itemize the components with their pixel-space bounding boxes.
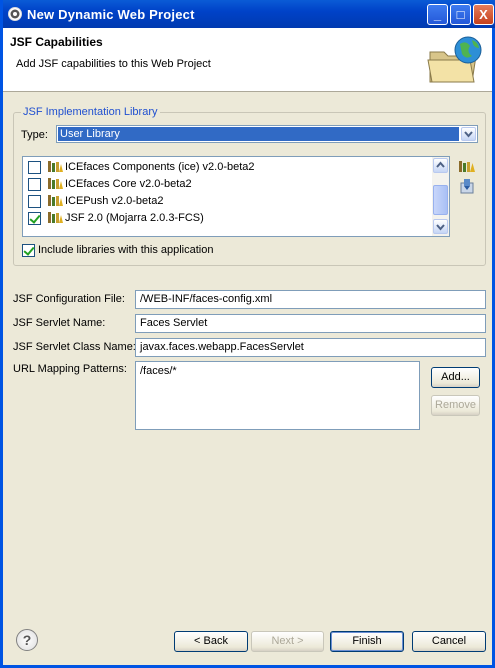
finish-button[interactable]: Finish xyxy=(330,631,404,652)
include-checkbox-box[interactable] xyxy=(22,244,35,257)
wizard-header: JSF Capabilities Add JSF capabilities to… xyxy=(3,28,492,92)
window-title: New Dynamic Web Project xyxy=(27,7,195,22)
folder-globe-icon xyxy=(427,36,482,83)
list-item[interactable]: ICEfaces Components (ice) v2.0-beta2 xyxy=(23,158,428,175)
close-icon: X xyxy=(479,7,488,22)
config-file-label: JSF Configuration File: xyxy=(13,293,125,305)
manage-libraries-icon[interactable] xyxy=(458,158,476,174)
url-patterns-list[interactable]: /faces/* xyxy=(135,361,420,430)
chevron-down-icon[interactable] xyxy=(461,127,476,141)
library-icon xyxy=(48,178,63,189)
eclipse-icon xyxy=(8,7,22,21)
library-label: ICEPush v2.0-beta2 xyxy=(65,195,164,207)
library-label: ICEfaces Core v2.0-beta2 xyxy=(65,178,192,190)
dialog-window: New Dynamic Web Project _ □ X JSF Capabi… xyxy=(0,0,495,668)
maximize-button[interactable]: □ xyxy=(450,4,471,25)
library-label: ICEfaces Components (ice) v2.0-beta2 xyxy=(65,161,255,173)
servlet-name-input[interactable]: Faces Servlet xyxy=(135,314,486,333)
minimize-button[interactable]: _ xyxy=(427,4,448,25)
chevron-down-icon xyxy=(436,224,445,231)
download-library-icon[interactable] xyxy=(458,178,476,194)
page-description: Add JSF capabilities to this Web Project xyxy=(16,58,211,70)
servlet-name-label: JSF Servlet Name: xyxy=(13,317,106,329)
library-label: JSF 2.0 (Mojarra 2.0.3-FCS) xyxy=(65,212,204,224)
library-checkbox[interactable] xyxy=(28,161,41,174)
list-item[interactable]: JSF 2.0 (Mojarra 2.0.3-FCS) xyxy=(23,209,428,226)
chevron-up-icon xyxy=(436,161,445,168)
library-list[interactable]: ICEfaces Components (ice) v2.0-beta2 ICE… xyxy=(22,156,450,237)
servlet-class-input[interactable]: javax.faces.webapp.FacesServlet xyxy=(135,338,486,357)
library-checkbox[interactable] xyxy=(28,195,41,208)
scroll-down-button[interactable] xyxy=(433,219,448,234)
page-title: JSF Capabilities xyxy=(10,35,103,49)
vertical-scrollbar[interactable] xyxy=(432,157,449,236)
list-item[interactable]: ICEfaces Core v2.0-beta2 xyxy=(23,175,428,192)
type-label: Type: xyxy=(21,129,48,141)
next-button[interactable]: Next > xyxy=(251,631,324,652)
add-pattern-button[interactable]: Add... xyxy=(431,367,480,388)
cancel-button[interactable]: Cancel xyxy=(412,631,486,652)
remove-pattern-button[interactable]: Remove xyxy=(431,395,480,416)
config-file-input[interactable]: /WEB-INF/faces-config.xml xyxy=(135,290,486,309)
type-combo-value: User Library xyxy=(58,127,459,141)
group-label: JSF Implementation Library xyxy=(21,106,160,118)
scroll-thumb[interactable] xyxy=(433,185,448,215)
library-icon xyxy=(48,212,63,223)
title-bar[interactable]: New Dynamic Web Project _ □ X xyxy=(3,0,495,28)
type-combo[interactable]: User Library xyxy=(56,125,478,143)
library-checkbox[interactable] xyxy=(28,212,41,225)
jsf-implementation-group: JSF Implementation Library Type: User Li… xyxy=(13,106,486,266)
library-icon xyxy=(48,161,63,172)
minimize-icon: _ xyxy=(433,7,442,22)
maximize-icon: □ xyxy=(456,7,465,22)
include-libraries-label: Include libraries with this application xyxy=(38,244,214,256)
list-item[interactable]: ICEPush v2.0-beta2 xyxy=(23,192,428,209)
scroll-up-button[interactable] xyxy=(433,158,448,173)
library-icon xyxy=(48,195,63,206)
back-button[interactable]: < Back xyxy=(174,631,248,652)
close-button[interactable]: X xyxy=(473,4,494,25)
library-checkbox[interactable] xyxy=(28,178,41,191)
help-icon[interactable]: ? xyxy=(16,629,38,651)
url-patterns-label: URL Mapping Patterns: xyxy=(13,363,127,375)
servlet-class-label: JSF Servlet Class Name: xyxy=(13,341,136,353)
